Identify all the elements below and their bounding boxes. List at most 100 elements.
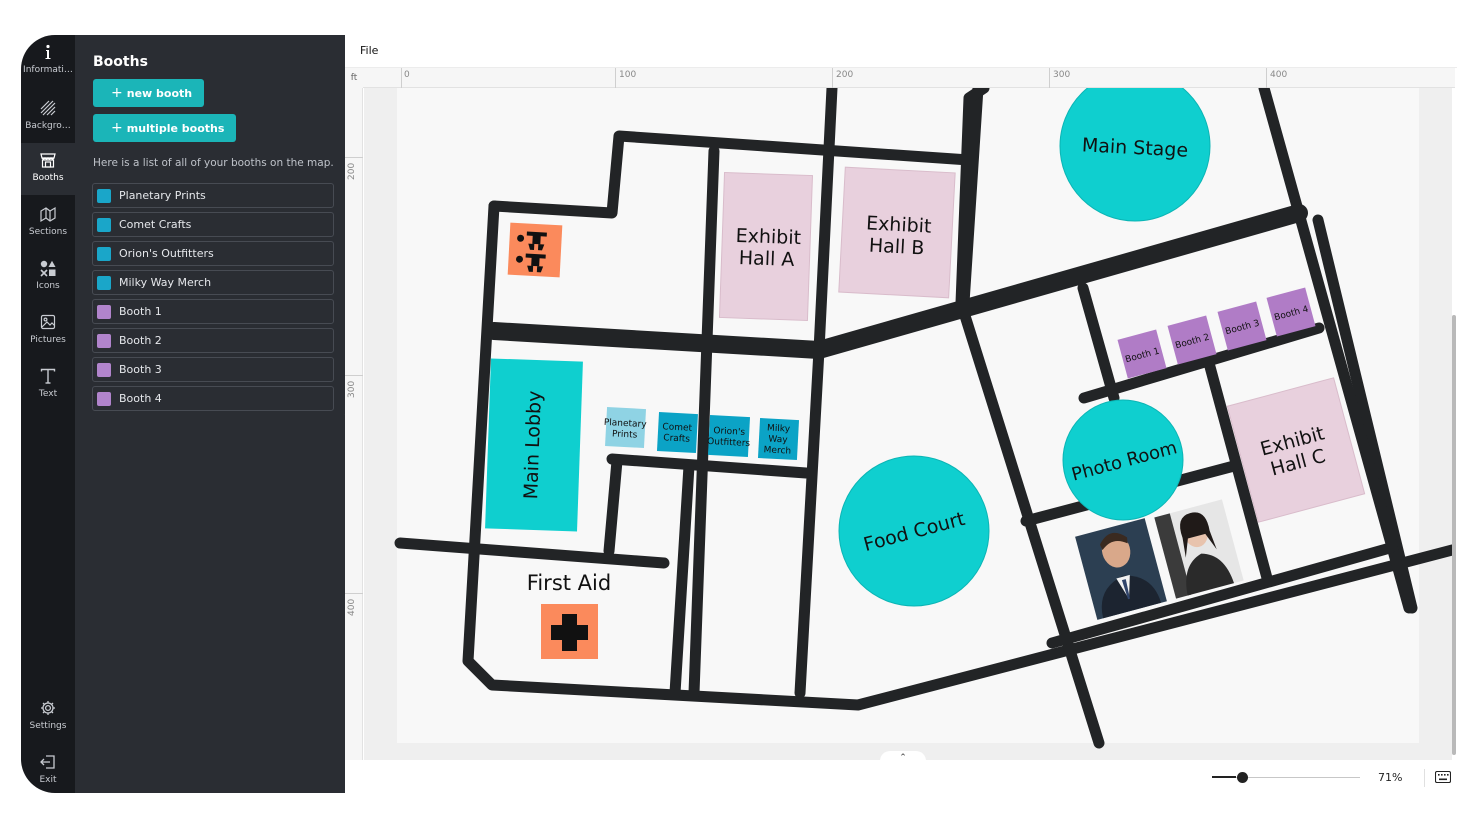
booth-label-line: Milky bbox=[767, 423, 791, 434]
small-booth-milky-way-merch[interactable]: Milky Way Merch bbox=[757, 418, 800, 461]
booths-panel: Booths + new booth + multiple booths Her… bbox=[75, 35, 345, 793]
rail-item-text[interactable]: Text bbox=[21, 359, 75, 411]
booth-name: Planetary Prints bbox=[119, 189, 206, 202]
booth-color-swatch bbox=[97, 304, 111, 319]
booth-color-swatch bbox=[97, 391, 111, 406]
ruler-left: 200 300 400 bbox=[345, 88, 363, 760]
booth-list-item[interactable]: Booth 1 bbox=[92, 299, 334, 324]
ruler-tick: 100 bbox=[619, 70, 637, 80]
rail-item-information[interactable]: Informati… bbox=[21, 35, 75, 87]
rail-label: Sections bbox=[28, 227, 68, 237]
photo-room[interactable]: Photo Room bbox=[1062, 399, 1184, 521]
booth-name: Orion's Outfitters bbox=[119, 247, 214, 260]
plus-icon: + bbox=[111, 120, 123, 136]
file-menu[interactable]: File bbox=[360, 44, 378, 57]
exhibit-hall-b-line2: Hall B bbox=[868, 234, 925, 259]
rail-label: Icons bbox=[36, 281, 60, 291]
rail-label: Booths bbox=[32, 173, 64, 183]
rail-item-booths[interactable]: Booths bbox=[21, 143, 75, 195]
exhibit-hall-a-line2: Hall A bbox=[738, 247, 794, 271]
booth-color-swatch bbox=[97, 333, 111, 348]
booth-list-item[interactable]: Milky Way Merch bbox=[92, 270, 334, 295]
ruler-tick: 0 bbox=[404, 70, 410, 80]
picture-icon bbox=[40, 314, 56, 330]
booth-label-line: Orion's bbox=[713, 426, 745, 438]
booth-name: Booth 1 bbox=[119, 305, 162, 318]
booth-name: Milky Way Merch bbox=[119, 276, 212, 289]
zoom-bar: 71% bbox=[345, 760, 1457, 793]
rail-item-pictures[interactable]: Pictures bbox=[21, 305, 75, 357]
booth-list-item[interactable]: Orion's Outfitters bbox=[92, 241, 334, 266]
small-booth-orions-outfitters[interactable]: Orion's Outfitters bbox=[706, 414, 751, 458]
gear-icon bbox=[41, 701, 55, 715]
rail-label: Informati… bbox=[23, 65, 73, 75]
exit-icon bbox=[40, 755, 55, 769]
ruler-tick: 300 bbox=[1053, 70, 1071, 80]
booth-list-item[interactable]: Planetary Prints bbox=[92, 183, 334, 208]
background-icon bbox=[40, 100, 56, 116]
booth-name: Booth 4 bbox=[119, 392, 162, 405]
rail-label: Exit bbox=[39, 775, 57, 785]
food-court[interactable]: Food Court bbox=[838, 455, 990, 607]
divider bbox=[1424, 769, 1425, 787]
rail-label: Pictures bbox=[30, 335, 66, 345]
ruler-top: 0 100 200 300 400 bbox=[363, 68, 1455, 88]
ruler-tick: 300 bbox=[347, 380, 357, 398]
booth-name: Comet Crafts bbox=[119, 218, 192, 231]
rail-label: Settings bbox=[29, 721, 67, 731]
exhibit-hall-a[interactable]: Exhibit Hall A bbox=[718, 171, 814, 322]
vertical-scrollbar[interactable] bbox=[1452, 315, 1456, 755]
rail-label: Text bbox=[38, 389, 58, 399]
panel-description: Here is a list of all of your booths on … bbox=[93, 157, 334, 169]
rail-item-settings[interactable]: Settings bbox=[21, 691, 75, 743]
rail-label: Backgro… bbox=[25, 121, 71, 131]
rail-item-background[interactable]: Backgro… bbox=[21, 91, 75, 143]
rail-item-exit[interactable]: Exit bbox=[21, 745, 75, 793]
small-booth-planetary-prints[interactable]: Planetary Prints bbox=[603, 407, 648, 449]
zoom-slider[interactable] bbox=[1236, 777, 1360, 778]
new-booth-button[interactable]: + new booth bbox=[93, 79, 205, 107]
rail-item-sections[interactable]: Sections bbox=[21, 197, 75, 249]
multiple-booths-label: multiple booths bbox=[126, 121, 225, 135]
keyboard-shortcuts-icon[interactable] bbox=[1435, 771, 1451, 783]
plus-icon: + bbox=[111, 85, 123, 101]
booth-name: Booth 2 bbox=[119, 334, 162, 347]
menu-bar: File bbox=[345, 35, 1457, 68]
small-booth-comet-crafts[interactable]: Comet Crafts bbox=[656, 412, 698, 454]
shapes-icon bbox=[40, 260, 56, 277]
rail-item-icons[interactable]: Icons bbox=[21, 251, 75, 303]
floor-map: Exhibit Hall A Exhibit Hall B Exhibit Ha… bbox=[394, 88, 1452, 749]
info-icon bbox=[45, 44, 51, 59]
main-lobby-label: Main Lobby bbox=[520, 390, 546, 499]
booth-label-line: Crafts bbox=[663, 433, 691, 444]
zoom-level: 71% bbox=[1378, 771, 1403, 784]
exhibit-hall-b[interactable]: Exhibit Hall B bbox=[838, 166, 956, 299]
booth-list-item[interactable]: Booth 2 bbox=[92, 328, 334, 353]
booth-list-item[interactable]: Comet Crafts bbox=[92, 212, 334, 237]
restroom[interactable] bbox=[507, 222, 563, 278]
map-canvas[interactable]: Exhibit Hall A Exhibit Hall B Exhibit Ha… bbox=[364, 88, 1452, 760]
booth-name: Booth 3 bbox=[119, 363, 162, 376]
booth-list-item[interactable]: Booth 3 bbox=[92, 357, 334, 382]
booth-label-line: Prints bbox=[612, 429, 638, 440]
zoom-slider-handle[interactable] bbox=[1236, 772, 1248, 783]
new-booth-label: new booth bbox=[126, 86, 193, 100]
text-icon bbox=[40, 368, 56, 384]
booth-color-swatch bbox=[97, 217, 111, 232]
ruler-tick: 400 bbox=[347, 598, 357, 616]
booth-label-line: Merch bbox=[763, 445, 791, 456]
booth-label-line: Comet bbox=[662, 422, 693, 434]
ruler-tick: 400 bbox=[1270, 70, 1288, 80]
main-lobby[interactable]: Main Lobby bbox=[485, 358, 583, 532]
multiple-booths-button[interactable]: + multiple booths bbox=[93, 114, 237, 142]
icon-rail: Informati… Backgro… Booths Sections Icon… bbox=[21, 35, 75, 793]
exhibit-hall-a-line1: Exhibit bbox=[735, 225, 801, 249]
ruler-tick: 200 bbox=[347, 162, 357, 180]
editor-main: File ft 0 100 200 300 400 200 300 400 Ex… bbox=[345, 35, 1457, 793]
ruler-unit: ft bbox=[345, 68, 363, 88]
sections-icon bbox=[40, 206, 56, 223]
booth-color-swatch bbox=[97, 362, 111, 377]
zoom-out-button[interactable] bbox=[1212, 776, 1236, 778]
booth-color-swatch bbox=[97, 188, 111, 203]
booth-list-item[interactable]: Booth 4 bbox=[92, 386, 334, 411]
